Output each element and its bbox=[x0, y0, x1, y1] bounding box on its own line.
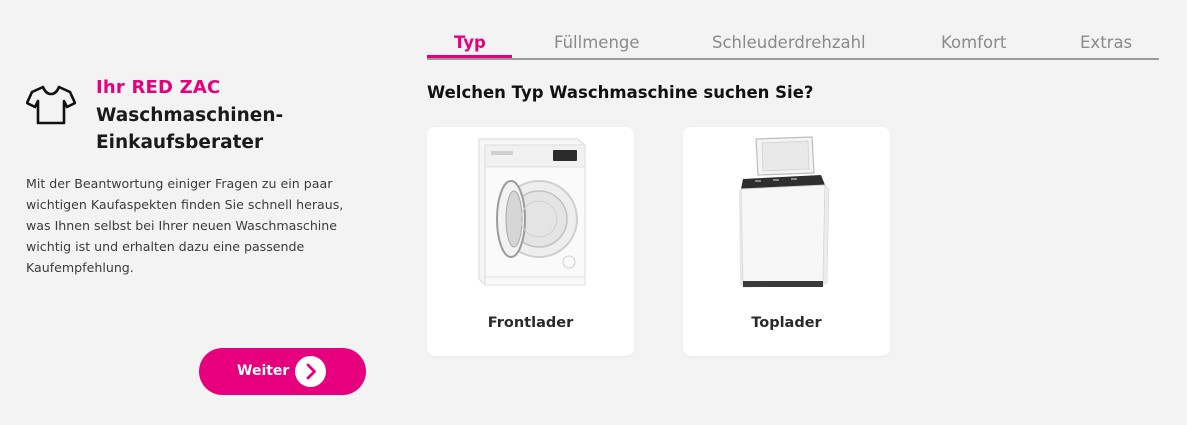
chevron-right-icon bbox=[295, 356, 326, 387]
tab-typ[interactable]: Typ bbox=[454, 33, 486, 52]
active-tab-indicator bbox=[427, 55, 512, 58]
tab-extras[interactable]: Extras bbox=[1080, 33, 1132, 52]
brand-name: Ihr RED ZAC bbox=[96, 77, 221, 98]
option-card-toplader[interactable]: Toplader bbox=[683, 127, 890, 356]
advisor-description: Mit der Beantwortung einiger Fragen zu e… bbox=[26, 176, 344, 275]
advisor-sidebar: Ihr RED ZAC Waschmaschinen- Einkaufsbera… bbox=[26, 0, 371, 425]
tab-komfort[interactable]: Komfort bbox=[941, 33, 1006, 52]
tab-fuellmenge[interactable]: Füllmenge bbox=[554, 33, 640, 52]
advisor-title-line1: Waschmaschinen- bbox=[96, 105, 284, 126]
tab-schleuderdrehzahl[interactable]: Schleuderdrehzahl bbox=[712, 33, 866, 52]
question-heading: Welchen Typ Waschmaschine suchen Sie? bbox=[427, 83, 814, 102]
tshirt-icon bbox=[26, 85, 76, 125]
next-button-label: Weiter bbox=[237, 363, 290, 379]
advisor-title: Waschmaschinen- Einkaufsberater bbox=[96, 102, 356, 156]
option-label-toplader: Toplader bbox=[751, 315, 822, 331]
step-tabs: Typ Füllmenge Schleuderdrehzahl Komfort … bbox=[427, 30, 1159, 60]
advisor-title-line2: Einkaufsberater bbox=[96, 132, 264, 153]
option-label-frontlader: Frontlader bbox=[487, 315, 574, 331]
top-loader-image bbox=[739, 136, 830, 288]
option-card-frontlader[interactable]: Frontlader bbox=[427, 127, 634, 356]
next-button[interactable]: Weiter bbox=[199, 348, 366, 395]
front-loader-image bbox=[478, 138, 586, 286]
